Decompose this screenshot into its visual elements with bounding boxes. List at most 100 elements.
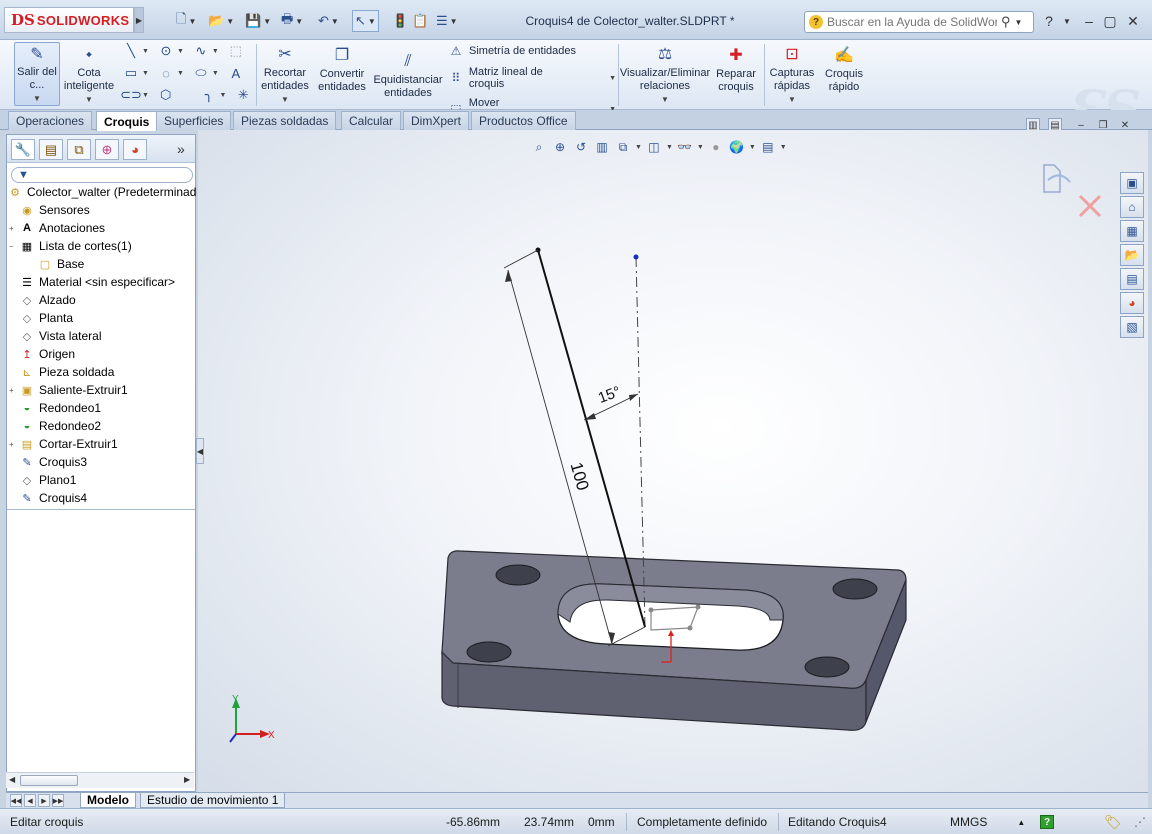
section-view-icon[interactable]: ▥ [593,138,611,156]
tree-item-alzado[interactable]: ◇ Alzado [7,291,197,309]
tree-item-saliente-extruir1[interactable]: + ▣ Saliente-Extruir1 [7,381,197,399]
tree-item-plano1[interactable]: ◇ Plano1 [7,471,197,489]
text-icon[interactable]: A [227,64,245,82]
tree-item-origen[interactable]: ↥ Origen [7,345,197,363]
file-explorer-icon[interactable]: 📂 [1120,244,1144,266]
print-button[interactable]: 🖶 ▼ [281,10,303,32]
previous-view-icon[interactable]: ↺ [572,138,590,156]
undo-button[interactable]: ↶ ▼ [318,10,339,32]
tree-item-vista-lateral[interactable]: ◇ Vista lateral [7,327,197,345]
tree-item-material[interactable]: ☰ Material <sin especificar> [7,273,197,291]
tree-item-cortar-extruir1[interactable]: + ▤ Cortar-Extruir1 [7,435,197,453]
view-orientation-icon[interactable]: ⧉ [614,138,632,156]
feature-manager-tab-icon[interactable]: 🔧 [11,139,35,160]
ellipse-icon[interactable]: ⬭ [192,64,210,82]
mirror-entities-button[interactable]: ⚠ Simetría de entidades [448,43,616,59]
zoom-to-fit-icon[interactable]: ⌕ [530,138,548,156]
tab-superficies[interactable]: Superficies [156,111,232,130]
model-view[interactable]: 100 15° Y X [198,130,1148,792]
home-icon[interactable]: ⌂ [1120,196,1144,218]
file-properties-button[interactable]: 📋 [412,10,428,32]
quick-snaps-button[interactable]: ⊡ Capturas rápidas ▼ [766,42,818,106]
search-icon[interactable]: ⚲ [1001,14,1011,30]
offset-entities-button[interactable]: ⫽ Equidistanciar entidades [372,42,444,106]
property-manager-tab-icon[interactable]: ▤ [39,139,63,160]
scroll-thumb[interactable] [20,775,78,786]
configuration-manager-tab-icon[interactable]: ⧉ [67,139,91,160]
close-icon[interactable]: ✕ [1124,12,1142,30]
tree-item-redondeo2[interactable]: ◒ Redondeo2 [7,417,197,435]
panel-collapse-handle[interactable]: ◀ [196,438,204,464]
smart-dimension-button[interactable]: ⬩ Cota inteligente ▼ [62,42,116,106]
menu-expand-arrow[interactable]: ▶ [134,7,144,33]
linear-pattern-button[interactable]: ⠿ Matriz lineal de croquis ▼ [448,66,616,90]
rebuild-button[interactable]: 🚦 [392,10,408,32]
confirmation-corner[interactable] [1043,164,1102,218]
tag-icon[interactable]: 🏷 [1104,813,1122,831]
spline-icon[interactable]: ∿ [192,42,210,60]
prev-tab-icon[interactable]: ◀ [24,794,36,807]
tree-item-anotaciones[interactable]: + A Anotaciones [7,219,197,237]
arc-icon[interactable]: ◌ [157,64,175,82]
scroll-right-icon[interactable]: ▶ [184,775,190,784]
length-dimension-label[interactable]: 100 [567,460,593,493]
last-tab-icon[interactable]: ▶▶ [52,794,64,807]
tree-item-croquis3[interactable]: ✎ Croquis3 [7,453,197,471]
appearances-icon[interactable]: ◕ [1120,292,1144,314]
tab-piezas-soldadas[interactable]: Piezas soldadas [233,111,337,130]
exit-sketch-button[interactable]: ✎ Salir del c... ▼ [14,42,60,106]
apply-scene-icon[interactable]: 🌍 [728,138,746,156]
tab-estudio-movimiento-1[interactable]: Estudio de movimiento 1 [140,793,286,808]
resize-grip-icon[interactable]: ⋰ [1134,813,1146,831]
rectangle-icon[interactable]: ▭ [122,64,140,82]
linear-pattern-dropdown[interactable]: ▼ [609,75,616,82]
view-settings-icon[interactable]: ▤ [759,138,777,156]
expand-panel-icon[interactable]: » [177,141,185,157]
trim-entities-button[interactable]: ✂ Recortar entidades ▼ [258,42,312,106]
help-search-input[interactable] [827,15,997,29]
point-icon[interactable]: ✳ [234,86,252,104]
tab-modelo[interactable]: Modelo [80,793,136,808]
rollback-bar[interactable] [7,509,195,511]
repair-sketch-button[interactable]: ✚ Reparar croquis [712,42,760,106]
hide-show-items-icon[interactable]: 👓 [676,138,694,156]
open-button[interactable]: 📂 ▼ [208,10,234,32]
tree-item-pieza-soldada[interactable]: ⊾ Pieza soldada [7,363,197,381]
tree-horizontal-scrollbar[interactable]: ◀ ▶ [6,772,194,788]
tree-root[interactable]: ⚙ Colector_walter (Predeterminado [7,183,197,201]
design-library-icon[interactable]: ▦ [1120,220,1144,242]
tree-item-redondeo1[interactable]: ◒ Redondeo1 [7,399,197,417]
minimize-icon[interactable]: – [1080,12,1098,30]
first-tab-icon[interactable]: ◀◀ [10,794,22,807]
help-icon[interactable]: ? [1040,12,1058,30]
slot-icon[interactable]: ⊂⊃ [120,86,142,104]
custom-properties-icon[interactable]: ▧ [1120,316,1144,338]
tree-item-planta[interactable]: ◇ Planta [7,309,197,327]
units-dropdown-arrow[interactable]: ▲ [1017,818,1025,827]
fillet-sketch-icon[interactable]: ╮ [200,86,218,104]
view-palette-icon[interactable]: ▤ [1120,268,1144,290]
solidworks-logo[interactable]: DS SOLIDWORKS [4,7,134,33]
sketch-chamfer-icon[interactable]: ⬚ [227,42,245,60]
scroll-left-icon[interactable]: ◀ [9,775,15,784]
tree-item-lista-de-cortes[interactable]: − ▦ Lista de cortes(1) [7,237,197,255]
units-selector[interactable]: MMGS ▲ [950,813,1025,831]
next-tab-icon[interactable]: ▶ [38,794,50,807]
tree-filter[interactable]: ▼ [11,167,193,183]
options-button[interactable]: ☰ ▼ [436,10,458,32]
display-style-icon[interactable]: ◫ [645,138,663,156]
tab-croquis[interactable]: Croquis [96,111,158,131]
tree-item-sensores[interactable]: ◉ Sensores [7,201,197,219]
select-button[interactable]: ↖ ▼ [352,10,379,32]
graphics-area[interactable]: 100 15° Y X [198,130,1148,792]
tab-operaciones[interactable]: Operaciones [8,111,93,130]
save-button[interactable]: 💾 ▼ [245,10,271,32]
rapid-sketch-button[interactable]: ✍ Croquis rápido [820,42,868,106]
convert-entities-button[interactable]: ❐ Convertir entidades [314,42,370,106]
tree-item-croquis4[interactable]: ✎ Croquis4 [7,489,197,507]
solidworks-resources-icon[interactable]: ▣ [1120,172,1144,194]
search-dropdown-arrow[interactable]: ▼ [1015,18,1023,27]
zoom-to-area-icon[interactable]: ⊕ [551,138,569,156]
tab-productos-office[interactable]: Productos Office [471,111,576,130]
display-relations-button[interactable]: ⚖ Visualizar/Eliminar relaciones ▼ [620,42,710,106]
